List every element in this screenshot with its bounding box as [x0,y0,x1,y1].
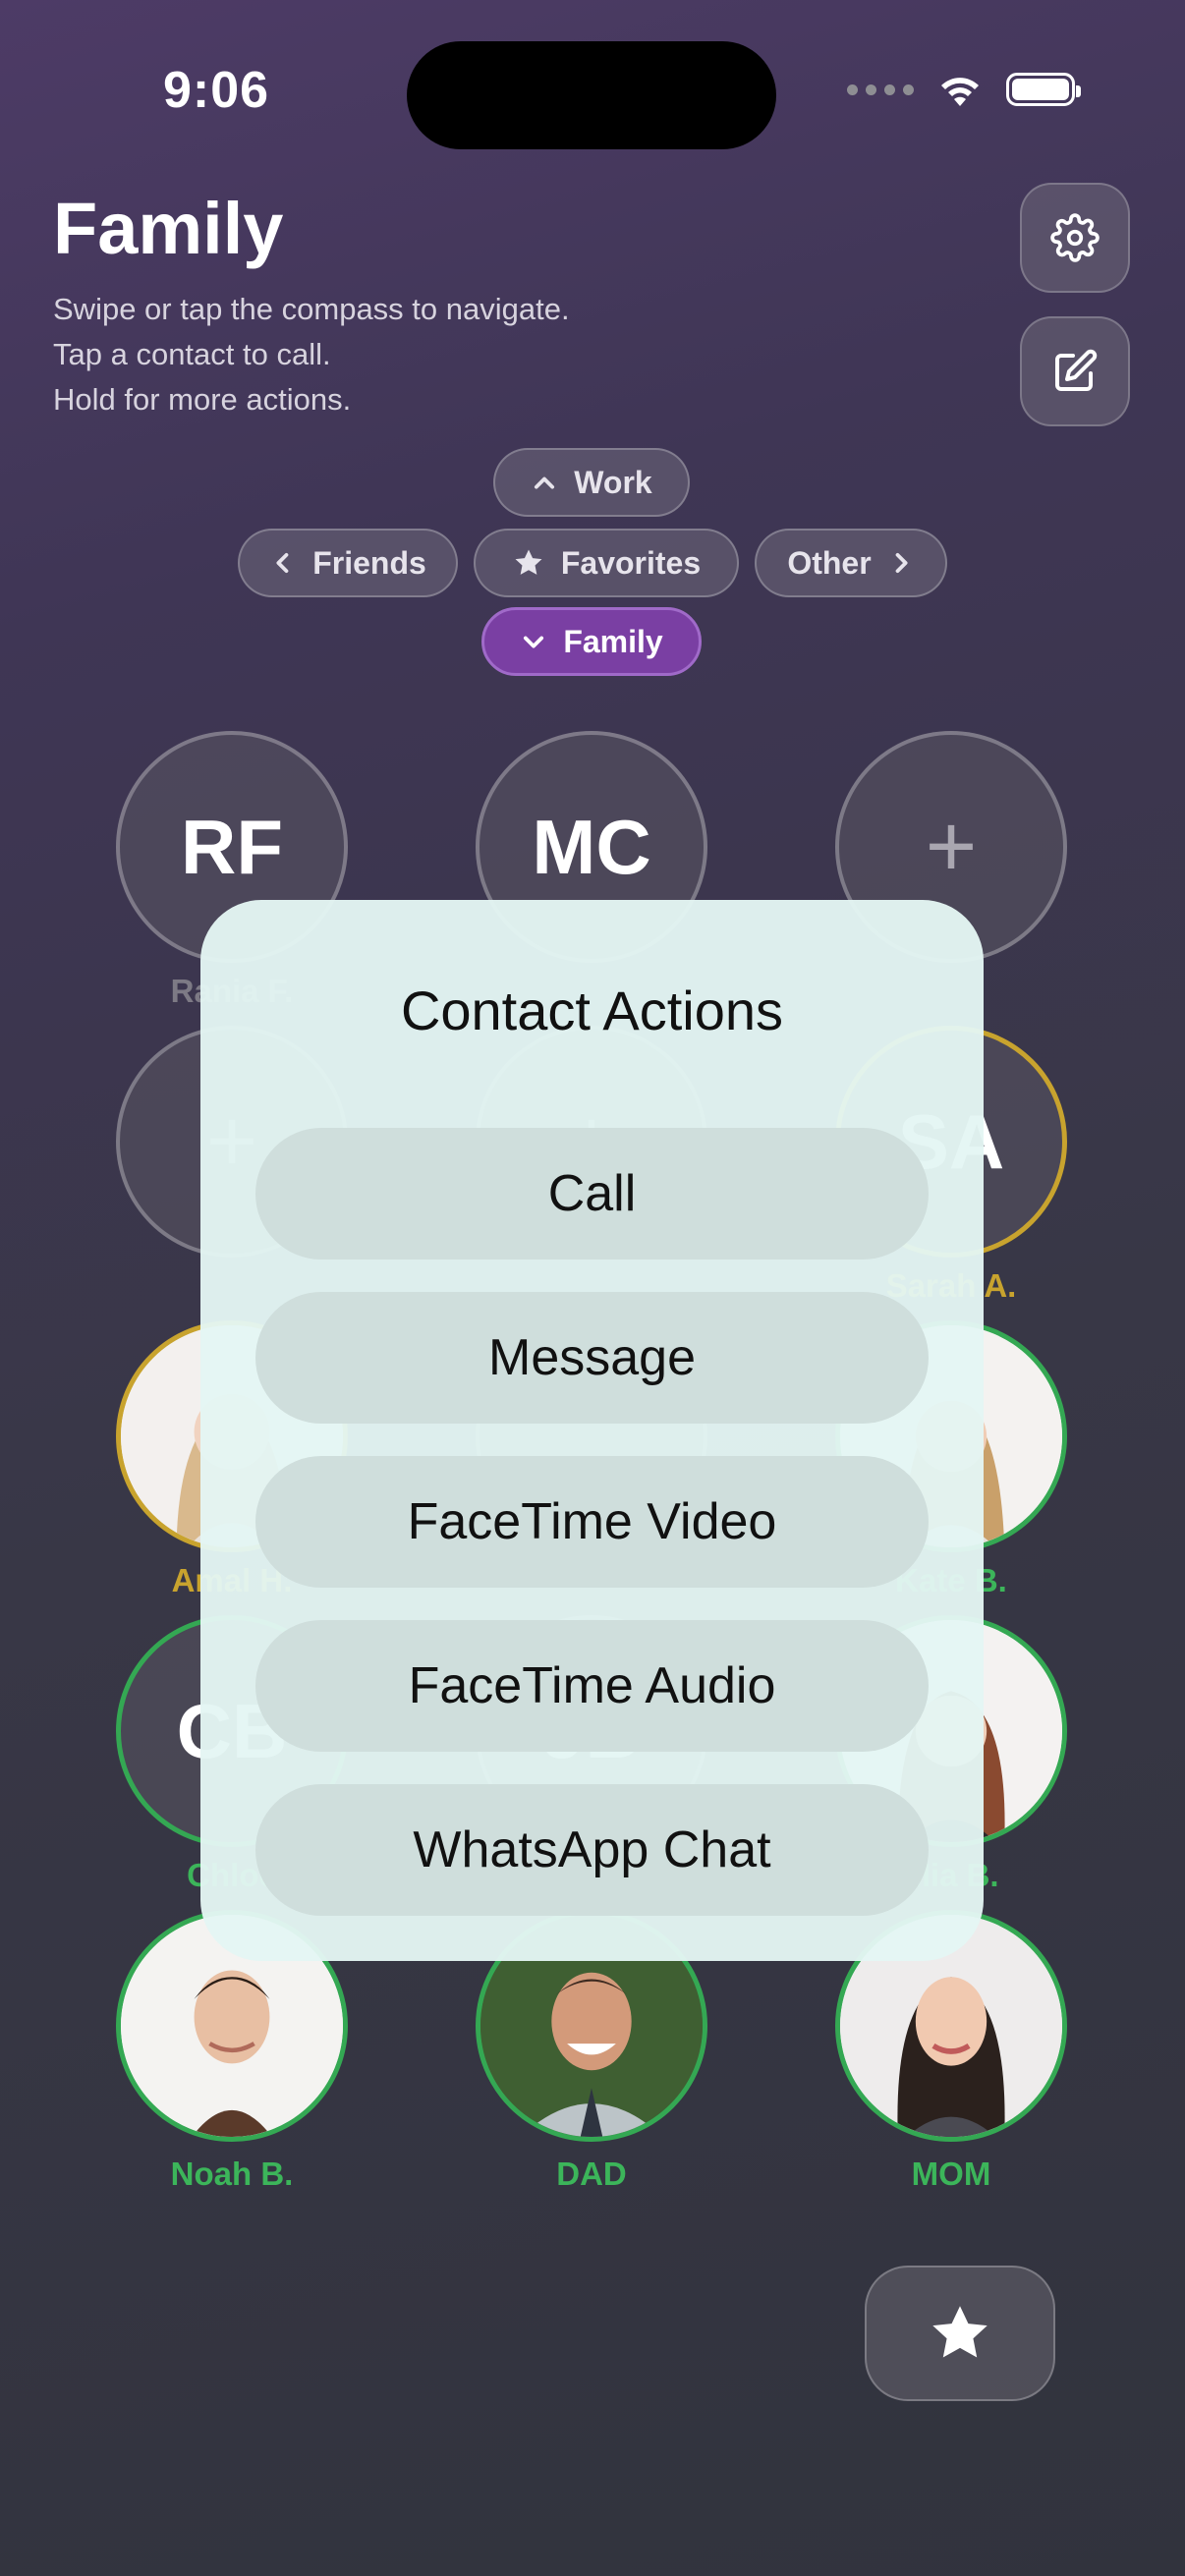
settings-button[interactable] [1020,183,1130,293]
status-time: 9:06 [163,62,270,119]
instruction-line: Swipe or tap the compass to navigate. [53,292,570,326]
compass-right-label: Other [787,544,872,581]
contact-name: DAD [556,2156,627,2192]
plus-icon: + [925,797,978,896]
contact-initials: RF [181,803,283,890]
compass-right-other[interactable]: Other [755,529,947,597]
contact-initials: MC [532,803,651,890]
contact-actions-sheet: Contact Actions Call Message FaceTime Vi… [200,900,984,1961]
chevron-down-icon [524,636,544,648]
compass-left-friends[interactable]: Friends [238,529,458,597]
compass-left-label: Friends [312,544,426,581]
compass-up-label: Work [574,464,652,500]
message-button[interactable]: Message [255,1292,929,1424]
star-icon [932,2306,988,2358]
instruction-line: Hold for more actions. [53,382,352,417]
chevron-right-icon [895,552,908,574]
favorites-button[interactable] [865,2266,1055,2401]
edit-button[interactable] [1020,316,1130,426]
status-icons [847,71,1081,108]
compass-down-family[interactable]: Family [481,607,702,676]
star-icon [515,549,542,575]
instruction-line: Tap a contact to call. [53,337,331,371]
chevron-up-icon [535,476,555,489]
compass-center-favorites[interactable]: Favorites [474,529,739,597]
wifi-icon [941,78,979,106]
compass-up-work[interactable]: Work [493,448,690,517]
call-button[interactable]: Call [255,1128,929,1260]
chevron-left-icon [276,552,289,574]
facetime-audio-button[interactable]: FaceTime Audio [255,1620,929,1752]
gear-icon [1050,213,1100,262]
contact-name: MOM [911,2156,991,2192]
whatsapp-chat-button[interactable]: WhatsApp Chat [255,1784,929,1916]
dynamic-island [407,41,776,149]
facetime-video-button[interactable]: FaceTime Video [255,1456,929,1588]
cellular-signal-icon [847,84,914,95]
edit-icon [1055,349,1098,391]
battery-icon [1006,73,1081,106]
contact-name: Noah B. [170,2156,294,2192]
page-title: Family [53,188,284,269]
modal-title: Contact Actions [400,980,784,1041]
compass-down-label: Family [563,623,663,659]
compass-center-label: Favorites [560,544,702,581]
instructions: Swipe or tap the compass to navigate. Ta… [53,287,570,422]
